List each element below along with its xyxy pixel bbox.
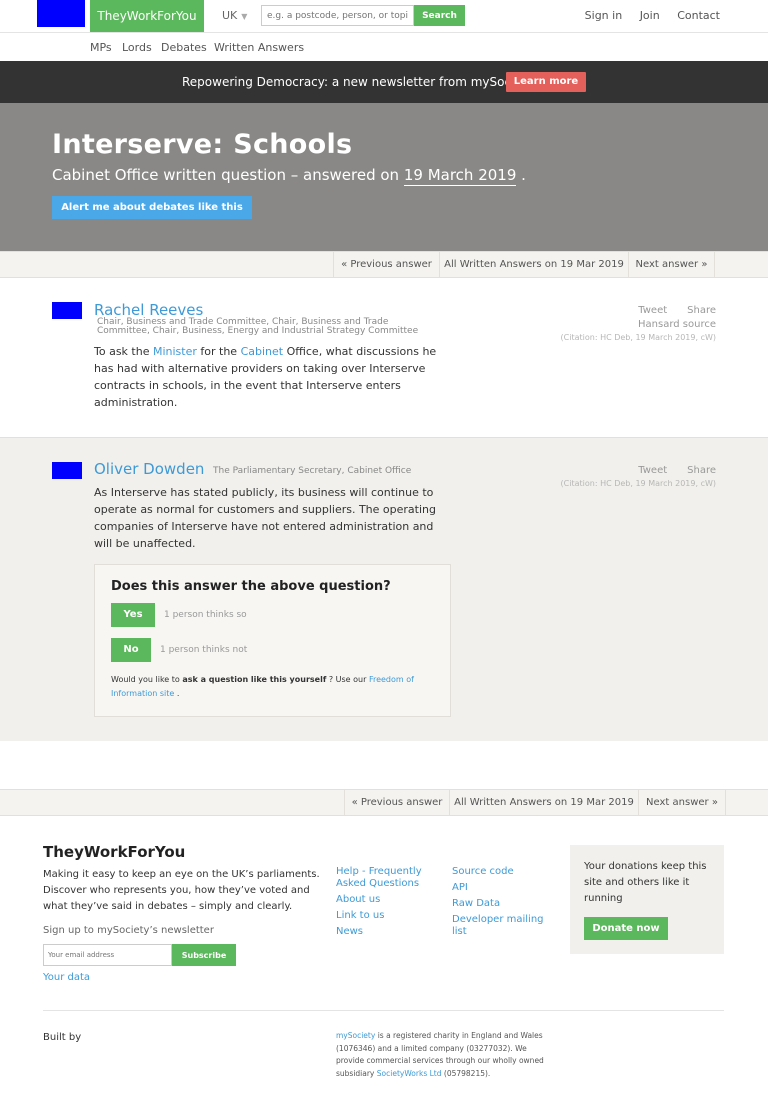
mysociety-link[interactable]: mySociety: [336, 1031, 375, 1040]
account-links: Sign in Join Contact: [571, 9, 720, 22]
next-answer-link[interactable]: Next answer »: [638, 790, 726, 815]
donate-text: Your donations keep this site and others…: [584, 861, 707, 904]
footer-link-news[interactable]: News: [336, 926, 436, 938]
footer-divider: [43, 1010, 724, 1011]
answer-speech: Oliver Dowden The Parliamentary Secretar…: [0, 437, 768, 741]
feedback-question: Does this answer the above question?: [111, 579, 391, 594]
previous-answer-link[interactable]: « Previous answer: [344, 790, 449, 815]
donate-button[interactable]: Donate now: [584, 917, 668, 940]
footer-link-api[interactable]: API: [452, 882, 552, 894]
minister-link[interactable]: Minister: [153, 345, 197, 358]
share-link[interactable]: Share: [687, 465, 716, 476]
your-data-link[interactable]: Your data: [43, 972, 90, 983]
newsletter-email-input[interactable]: [43, 944, 172, 966]
answer-date-link[interactable]: 19 March 2019: [403, 166, 517, 186]
country-selector[interactable]: UK ▼: [222, 9, 247, 22]
foi-emphasis: ask a question like this yourself: [182, 675, 327, 684]
top-header: TheyWorkForYou UK▼ Search Sign in Join C…: [0, 0, 768, 33]
footer-link-link-to-us[interactable]: Link to us: [336, 910, 436, 922]
site-footer: TheyWorkForYou Making it easy to keep an…: [0, 817, 768, 1117]
page-hero: Interserve: Schools Cabinet Office writt…: [0, 103, 768, 251]
footer-link-source-code[interactable]: Source code: [452, 866, 552, 878]
footer-link-dev-mailing-list[interactable]: Developer mailing list: [452, 914, 552, 938]
all-written-answers-link[interactable]: All Written Answers on 19 Mar 2019: [449, 790, 638, 815]
question-text: To ask the Minister for the Cabinet Offi…: [94, 343, 439, 411]
page-title: Interserve: Schools: [52, 129, 353, 160]
nav-debates[interactable]: Debates: [161, 41, 207, 54]
search-input[interactable]: [261, 5, 414, 26]
yes-count: 1 person thinks so: [164, 610, 247, 620]
share-link[interactable]: Share: [687, 305, 716, 316]
country-label: UK: [222, 9, 238, 22]
legal-text: mySociety is a registered charity in Eng…: [336, 1030, 556, 1080]
nav-lords[interactable]: Lords: [122, 41, 152, 54]
banner-text: Repowering Democracy: a new newsletter f…: [182, 75, 534, 89]
foi-prompt: Would you like to ask a question like th…: [111, 673, 441, 701]
answer-navigation-top: « Previous answer All Written Answers on…: [0, 251, 768, 278]
footer-link-faq[interactable]: Help - Frequently Asked Questions: [336, 866, 436, 890]
contact-link[interactable]: Contact: [677, 9, 720, 22]
subtitle-prefix: Cabinet Office written question – answer…: [52, 166, 400, 184]
legal-text-part: (05798215).: [443, 1068, 491, 1078]
donate-box: Your donations keep this site and others…: [570, 845, 724, 954]
learn-more-button[interactable]: Learn more: [506, 72, 586, 92]
cabinet-link[interactable]: Cabinet: [241, 345, 284, 358]
speech-meta: Tweet Share Hansard source (Citation: HC …: [561, 305, 716, 342]
site-logo-block[interactable]: [37, 0, 85, 27]
footer-links-dev: Source code API Raw Data Developer maili…: [452, 866, 552, 942]
citation: (Citation: HC Deb, 19 March 2019, cW): [560, 479, 716, 488]
subscribe-button[interactable]: Subscribe: [172, 944, 236, 966]
join-link[interactable]: Join: [640, 9, 660, 22]
search-button[interactable]: Search: [414, 5, 465, 26]
footer-link-raw-data[interactable]: Raw Data: [452, 898, 552, 910]
question-text-part: To ask the: [94, 345, 150, 358]
answer-navigation-bottom: « Previous answer All Written Answers on…: [0, 789, 768, 816]
societyworks-link[interactable]: SocietyWorks Ltd: [377, 1069, 442, 1078]
all-written-answers-link[interactable]: All Written Answers on 19 Mar 2019: [439, 252, 628, 277]
foi-text: .: [176, 689, 180, 698]
speaker-avatar[interactable]: [52, 462, 82, 479]
answer-text: As Interserve has stated publicly, its b…: [94, 486, 436, 550]
nav-written-answers[interactable]: Written Answers: [214, 41, 304, 54]
speaker-role: The Parliamentary Secretary, Cabinet Off…: [213, 466, 412, 476]
question-text-part: for the: [200, 345, 238, 358]
vote-no-button[interactable]: No: [111, 638, 151, 662]
footer-links-help: Help - Frequently Asked Questions About …: [336, 866, 436, 942]
newsletter-banner: Repowering Democracy: a new newsletter f…: [0, 61, 768, 103]
footer-link-about[interactable]: About us: [336, 894, 436, 906]
built-by-label: Built by: [43, 1032, 82, 1043]
speaker-name-link[interactable]: Oliver Dowden: [94, 460, 204, 478]
newsletter-label: Sign up to mySociety’s newsletter: [43, 925, 214, 936]
vote-yes-button[interactable]: Yes: [111, 603, 155, 627]
sign-in-link[interactable]: Sign in: [585, 9, 623, 22]
chevron-down-icon: ▼: [241, 12, 248, 21]
citation: (Citation: HC Deb, 19 March 2019, cW): [560, 333, 716, 342]
hansard-source-link[interactable]: Hansard source: [561, 319, 716, 330]
subtitle-suffix: .: [521, 166, 526, 184]
speech-meta: Tweet Share (Citation: HC Deb, 19 March 2…: [561, 465, 716, 488]
answer-feedback-box: Does this answer the above question? Yes…: [94, 564, 451, 717]
footer-description: Making it easy to keep an eye on the UK’…: [43, 869, 320, 912]
foi-text: Would you like to: [111, 675, 180, 684]
page-subtitle: Cabinet Office written question – answer…: [52, 166, 526, 186]
section-nav: MPs Lords Debates Written Answers: [0, 33, 768, 61]
no-count: 1 person thinks not: [160, 645, 248, 655]
question-speech: Rachel Reeves Chair, Business and Trade …: [0, 279, 768, 437]
speaker-role: Chair, Business and Trade Committee, Cha…: [97, 317, 419, 336]
foi-text: ? Use our: [328, 675, 367, 684]
brand-link[interactable]: TheyWorkForYou: [90, 0, 204, 32]
tweet-link[interactable]: Tweet: [638, 465, 667, 476]
tweet-link[interactable]: Tweet: [638, 305, 667, 316]
next-answer-link[interactable]: Next answer »: [628, 252, 715, 277]
speaker-avatar[interactable]: [52, 302, 82, 319]
nav-mps[interactable]: MPs: [90, 41, 112, 54]
footer-title: TheyWorkForYou: [43, 843, 186, 861]
alert-me-button[interactable]: Alert me about debates like this: [52, 196, 252, 219]
previous-answer-link[interactable]: « Previous answer: [333, 252, 439, 277]
